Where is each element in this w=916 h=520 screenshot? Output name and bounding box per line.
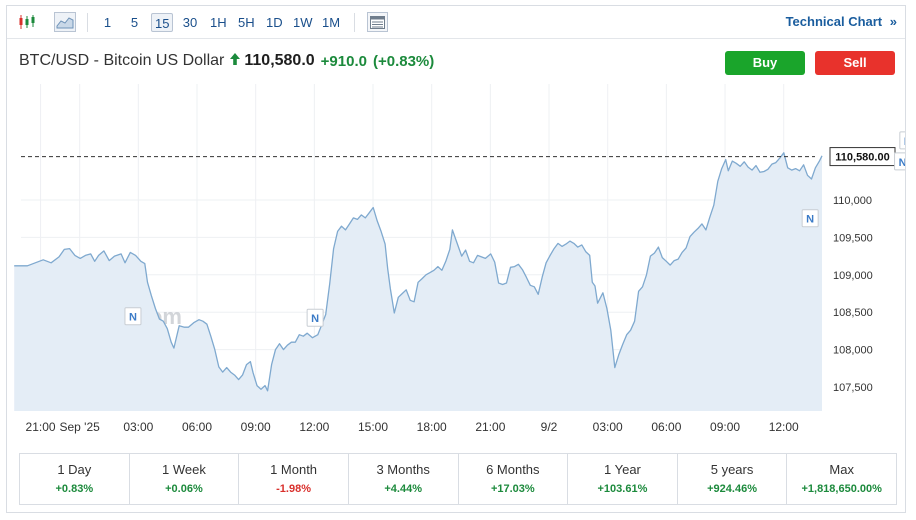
- performance-change-value: +4.44%: [384, 483, 422, 495]
- x-tick-label: 12:00: [769, 420, 799, 434]
- performance-cell[interactable]: 1 Month -1.98%: [239, 454, 349, 504]
- x-tick-label: 09:00: [241, 420, 271, 434]
- y-tick-label: 108,500: [833, 307, 873, 319]
- performance-period-label: 1 Week: [162, 462, 206, 477]
- chart-widget: 1 5 15 30 1H 5H 1D 1W 1M Technical Chart…: [6, 5, 906, 513]
- x-tick-label: 09:00: [710, 420, 740, 434]
- performance-bar: 1 Day +0.83% 1 Week +0.06% 1 Month -1.98% 3 Mo…: [19, 453, 897, 505]
- performance-change-value: +0.06%: [165, 483, 203, 495]
- x-tick-label: 9/2: [541, 420, 558, 434]
- performance-period-label: 1 Day: [57, 462, 92, 477]
- x-tick-label: 21:00: [475, 420, 505, 434]
- performance-change-value: +103.61%: [597, 483, 648, 495]
- performance-change-value: -1.98%: [276, 483, 311, 495]
- performance-change-value: +1,818,650.00%: [801, 483, 882, 495]
- performance-change-value: +0.83%: [55, 483, 94, 495]
- performance-cell[interactable]: 5 years +924.46%: [678, 454, 788, 504]
- x-tick-label: 03:00: [593, 420, 623, 434]
- performance-cell[interactable]: 1 Week +0.06%: [130, 454, 240, 504]
- x-tick-label: Sep '25: [60, 420, 101, 434]
- x-tick-label: 06:00: [651, 420, 681, 434]
- performance-period-label: Max: [829, 462, 854, 477]
- y-tick-label: 109,500: [833, 232, 873, 244]
- last-price-tag-label: 110,580.00: [835, 152, 889, 164]
- performance-cell[interactable]: Max +1,818,650.00%: [787, 454, 896, 504]
- performance-cell[interactable]: 6 Months +17.03%: [459, 454, 569, 504]
- news-marker-label: N: [806, 214, 814, 226]
- performance-period-label: 5 years: [710, 462, 754, 477]
- x-tick-label: 15:00: [358, 420, 388, 434]
- performance-cell[interactable]: 1 Day +0.83%: [20, 454, 130, 504]
- x-tick-label: 06:00: [182, 420, 212, 434]
- news-marker-label: N: [899, 157, 905, 169]
- performance-cell[interactable]: 1 Year +103.61%: [568, 454, 678, 504]
- x-tick-label: 12:00: [299, 420, 329, 434]
- price-chart[interactable]: Investing.com110,580.00107,500108,000108…: [7, 6, 905, 446]
- news-marker-label: N: [904, 136, 905, 148]
- y-tick-label: 108,000: [833, 345, 873, 357]
- y-tick-label: 110,000: [833, 195, 872, 207]
- news-marker-label: N: [311, 313, 319, 325]
- x-tick-label: 18:00: [417, 420, 447, 434]
- y-tick-label: 109,000: [833, 270, 873, 282]
- performance-change-value: +924.46%: [707, 483, 757, 495]
- performance-period-label: 6 Months: [486, 462, 540, 477]
- performance-period-label: 3 Months: [376, 462, 430, 477]
- x-tick-label: 21:00: [26, 420, 56, 434]
- performance-cell[interactable]: 3 Months +4.44%: [349, 454, 459, 504]
- performance-change-value: +17.03%: [490, 483, 535, 495]
- performance-period-label: 1 Month: [270, 462, 318, 477]
- news-marker-label: N: [129, 312, 137, 324]
- y-tick-label: 107,500: [833, 382, 873, 394]
- x-tick-label: 03:00: [123, 420, 153, 434]
- performance-period-label: 1 Year: [604, 462, 641, 477]
